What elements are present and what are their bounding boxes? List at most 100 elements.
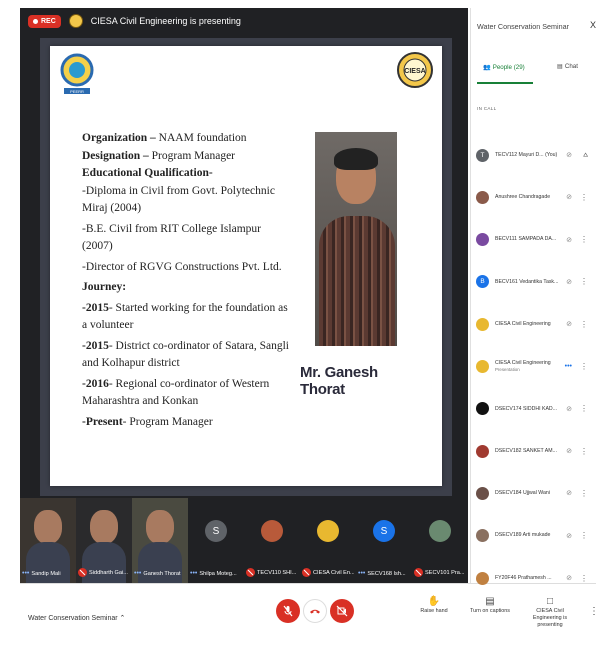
- pin-icon[interactable]: ⩟: [583, 150, 588, 160]
- participant-row[interactable]: T TECV112 Mayuri D... (You) ⊘ ⩟: [476, 144, 594, 166]
- participant-tile[interactable]: TECV110 SHI...: [244, 498, 300, 583]
- slide-line: -2015- District co-ordinator of Satara, …: [82, 339, 289, 370]
- participant-avatar: S: [373, 520, 395, 542]
- participant-video: [90, 510, 118, 544]
- participant-avatar: S: [205, 520, 227, 542]
- participant-row[interactable]: CIESA Civil Engineering ⊘ ⋮: [476, 313, 594, 335]
- slide-line: -Present- Program Manager: [82, 415, 213, 428]
- participant-avatar: [317, 520, 339, 542]
- participant-avatar: [429, 520, 451, 542]
- participant-row[interactable]: DSECV189 Arti mukade ⊘ ⋮: [476, 525, 594, 547]
- participant-avatar: [476, 190, 489, 204]
- participant-name: SECV168 Ish...: [367, 570, 406, 577]
- presenting-button[interactable]: □ CIESA Civil Engineering is presenting: [522, 596, 578, 629]
- mic-off-icon: [302, 568, 311, 577]
- participant-avatar: [476, 486, 489, 500]
- participant-row[interactable]: DSECV184 Ujjwal Wani ⊘ ⋮: [476, 482, 594, 504]
- close-panel-button[interactable]: X: [590, 20, 596, 30]
- speaking-indicator-icon: •••: [22, 570, 30, 577]
- participant-avatar: [476, 402, 489, 416]
- slide-line: Educational Qualification-: [82, 167, 213, 179]
- svg-text:CIESA: CIESA: [404, 68, 425, 75]
- speaking-indicator-icon: •••: [190, 570, 198, 577]
- more-actions-icon[interactable]: ⋮: [580, 447, 588, 456]
- mic-muted-icon: ⊘: [566, 532, 572, 540]
- participant-tile[interactable]: ••• Ganesh Thorat: [132, 498, 188, 583]
- mic-muted-icon: ⊘: [566, 448, 572, 456]
- participant-tile[interactable]: CIESA Civil En...: [300, 498, 356, 583]
- more-actions-icon[interactable]: ⋮: [580, 235, 588, 244]
- participant-avatar: [476, 360, 489, 373]
- mic-muted-icon: ⊘: [566, 405, 572, 413]
- participant-row[interactable]: BECV111 SAMPADA DA... ⊘ ⋮: [476, 229, 594, 251]
- participant-row[interactable]: B BECV161 Vedantika Task... ⊘ ⋮: [476, 271, 594, 293]
- speaking-indicator-icon: •••: [358, 570, 366, 577]
- more-actions-icon[interactable]: ⋮: [580, 320, 588, 329]
- speaker-name: Mr. Ganesh Thorat: [300, 364, 378, 398]
- more-options-icon[interactable]: ⋮: [589, 606, 596, 617]
- tab-chat[interactable]: ▤ Chat: [557, 63, 578, 70]
- leave-call-button[interactable]: [303, 599, 327, 623]
- active-tab-indicator: [477, 82, 533, 84]
- participant-row[interactable]: DSECV174 SIDDHI KAD... ⊘ ⋮: [476, 398, 594, 420]
- participant-avatar: B: [476, 275, 489, 289]
- participant-tile[interactable]: S ••• SECV168 Ish...: [356, 498, 412, 583]
- more-actions-icon[interactable]: ⋮: [580, 362, 588, 371]
- mic-muted-icon: ⊘: [566, 278, 572, 286]
- participant-name: CIESA Civil Engineering: [495, 320, 551, 327]
- participant-avatar: [476, 233, 489, 247]
- slide-line: Organization – NAAM foundation: [82, 132, 247, 144]
- raise-hand-button[interactable]: ✋ Raise hand: [416, 596, 452, 615]
- participant-name: CIESA Civil Engineering Presentation: [495, 360, 567, 373]
- participant-tile-label: SECV101 Pra...: [414, 568, 466, 577]
- more-actions-icon[interactable]: ⋮: [580, 404, 588, 413]
- captions-button[interactable]: ▤ Turn on captions: [470, 597, 510, 615]
- participant-tile[interactable]: SECV101 Pra...: [412, 498, 468, 583]
- hang-up-icon: [310, 609, 320, 614]
- participant-name: Shilpa Moteg...: [199, 570, 237, 577]
- participant-row[interactable]: CIESA Civil Engineering Presentation ••• ⋮: [476, 356, 594, 378]
- meeting-details-button[interactable]: Water Conservation Seminar ⌃: [28, 614, 125, 622]
- main-stage: REC CIESA Civil Engineering is presentin…: [20, 8, 468, 583]
- participant-row[interactable]: FY20F46 Prathamesh ... ⊘ ⋮: [476, 567, 594, 589]
- participant-tile[interactable]: Siddharth Gai...: [76, 498, 132, 583]
- more-actions-icon[interactable]: ⋮: [580, 193, 588, 202]
- mic-muted-icon: ⊘: [566, 321, 572, 329]
- mic-off-icon: [78, 568, 87, 577]
- participant-tile-label: Siddharth Gai...: [78, 568, 130, 577]
- participant-name: BECV111 SAMPADA DA...: [495, 236, 557, 243]
- participant-name: TECV110 SHI...: [257, 569, 297, 576]
- more-actions-icon[interactable]: ⋮: [580, 574, 588, 583]
- slide-line: Designation – Program Manager: [82, 149, 236, 162]
- participant-name: BECV161 Vedantika Task...: [495, 278, 559, 285]
- participant-tile-label: ••• SECV168 Ish...: [358, 570, 410, 577]
- participant-row[interactable]: DSECV182 SANKET AM... ⊘ ⋮: [476, 440, 594, 462]
- mic-off-icon: [414, 568, 423, 577]
- presenting-banner: CIESA Civil Engineering is presenting: [90, 16, 241, 26]
- rec-label: REC: [41, 17, 56, 25]
- speaking-indicator-icon: •••: [564, 363, 572, 370]
- people-icon: 👥: [483, 64, 491, 71]
- more-actions-icon[interactable]: ⋮: [580, 531, 588, 540]
- more-actions-icon[interactable]: ⋮: [580, 277, 588, 286]
- participant-avatar: [476, 529, 489, 543]
- hand-icon: ✋: [427, 596, 441, 607]
- participant-row[interactable]: Anushree Chandragade ⊘ ⋮: [476, 186, 594, 208]
- mic-muted-icon: ⊘: [566, 575, 572, 582]
- mic-muted-icon: ⊘: [566, 194, 572, 202]
- microphone-toggle-button[interactable]: [276, 599, 300, 623]
- participant-filmstrip: ••• Sandip Mali Siddharth Gai... ••• Ganesh …: [20, 498, 468, 583]
- mic-off-icon: [283, 605, 293, 617]
- tab-people[interactable]: 👥 People (29): [483, 63, 525, 72]
- camera-toggle-button[interactable]: [330, 599, 354, 623]
- participant-tile[interactable]: S ••• Shilpa Moteg...: [188, 498, 244, 583]
- meeting-controls-bar: Water Conservation Seminar ⌃ ✋ Raise han…: [20, 583, 596, 646]
- panel-title: Water Conservation Seminar: [477, 22, 570, 31]
- present-screen-icon: □: [546, 596, 554, 607]
- chat-icon: ▤: [557, 63, 563, 70]
- participant-avatar: [261, 520, 283, 542]
- participant-tile[interactable]: ••• Sandip Mali: [20, 498, 76, 583]
- more-actions-icon[interactable]: ⋮: [580, 489, 588, 498]
- participant-video: [146, 510, 174, 544]
- slide-line: -Diploma in Civil from Govt. Polytechnic…: [82, 184, 275, 215]
